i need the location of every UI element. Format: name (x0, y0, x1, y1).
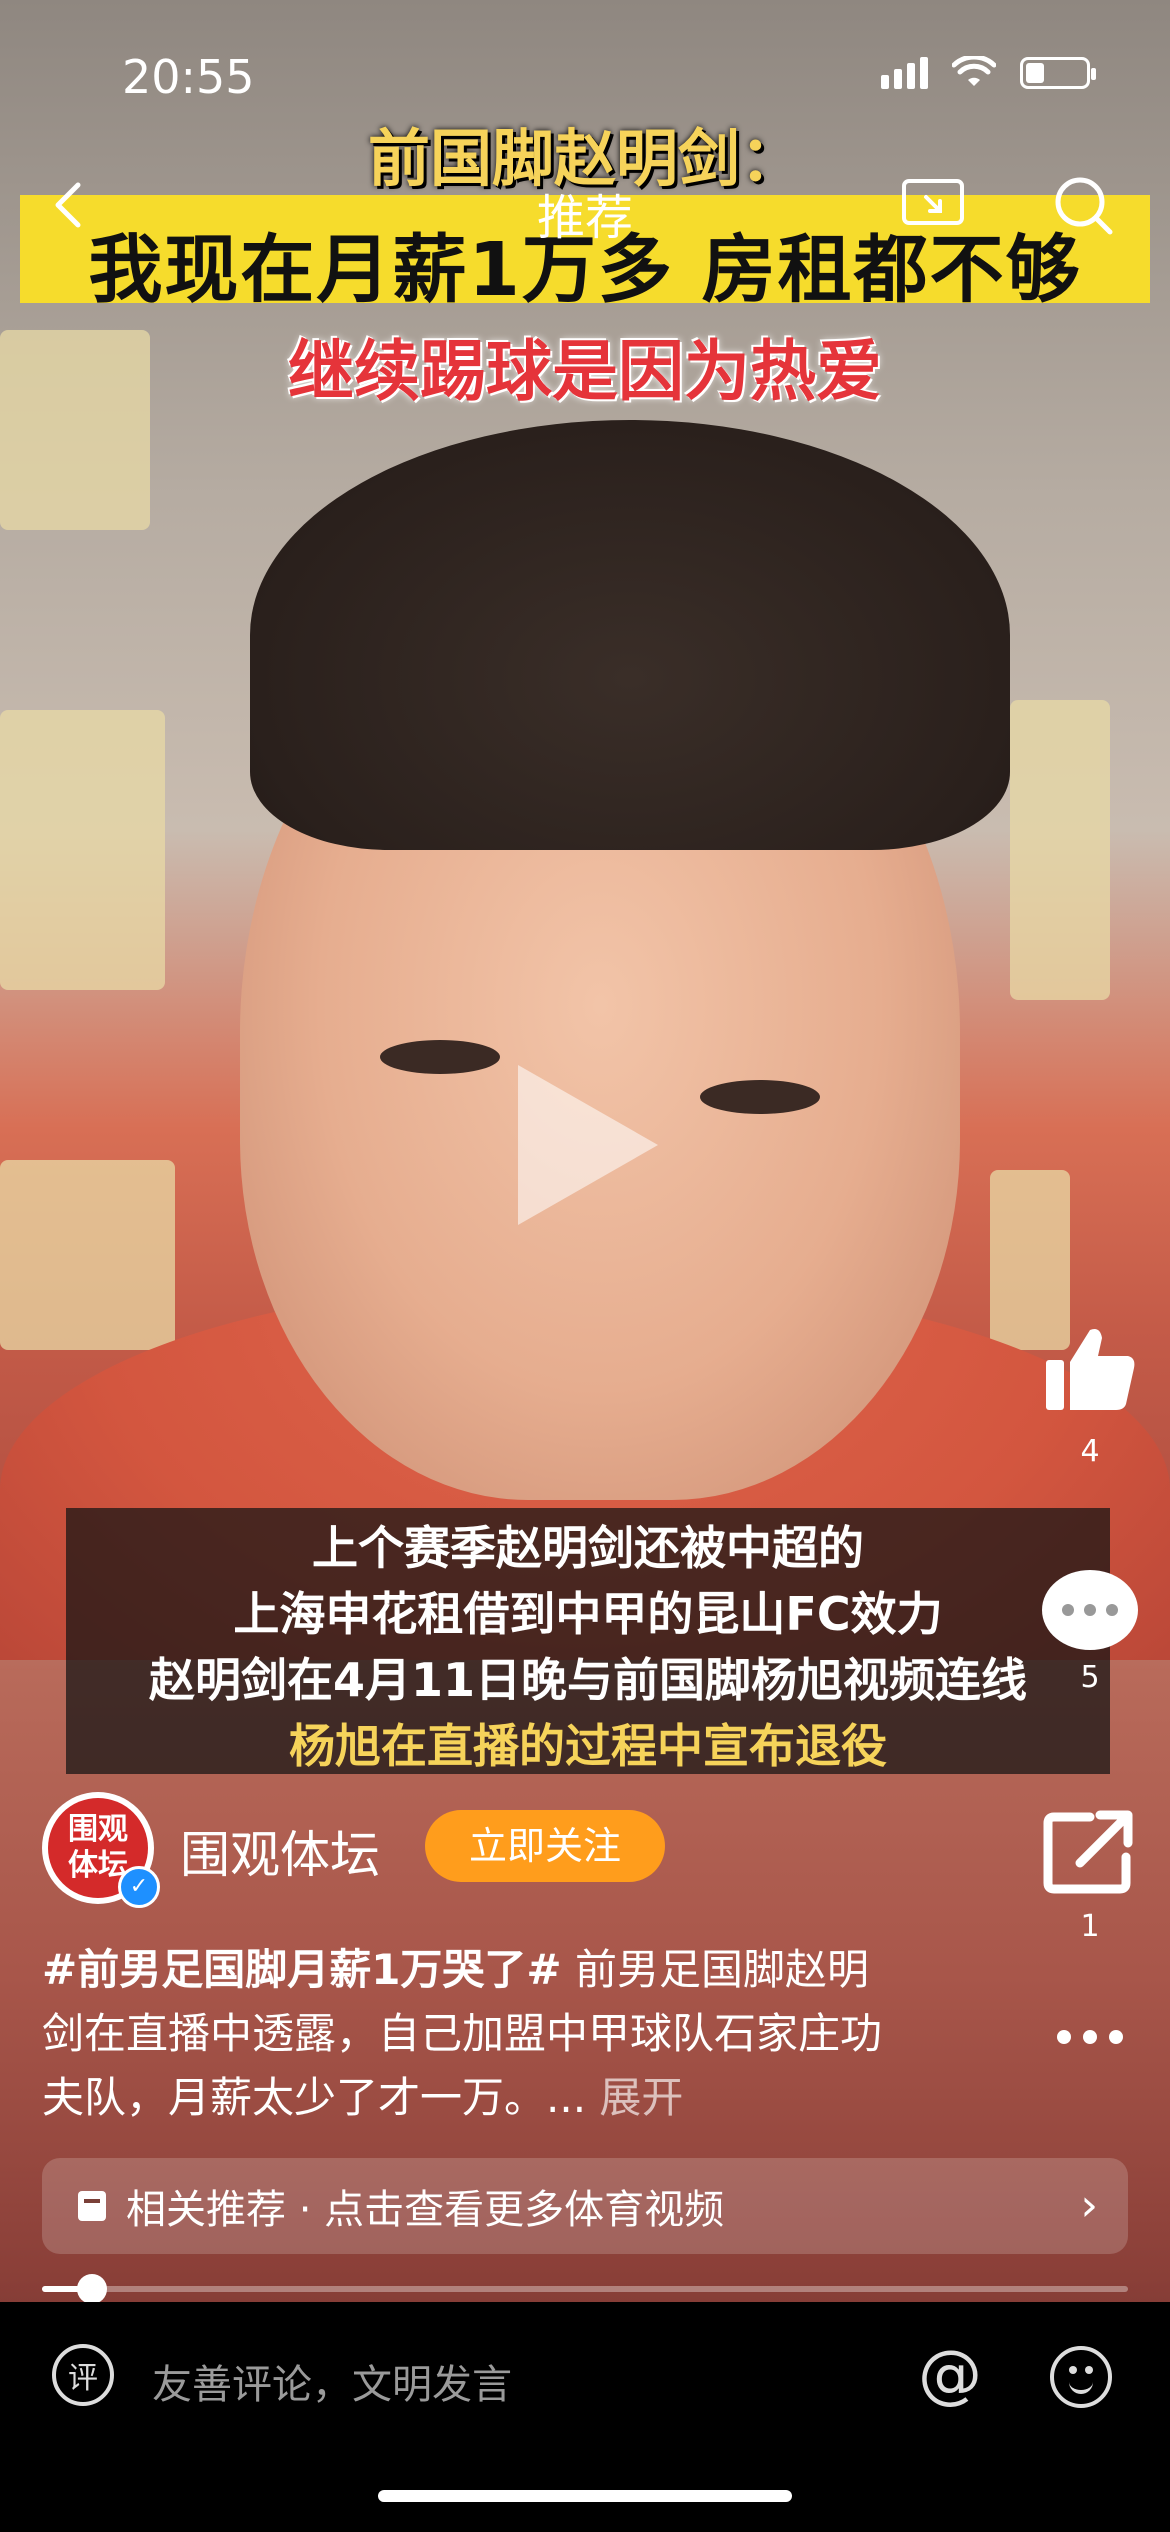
comment-count: 5 (1080, 1660, 1100, 1695)
status-time: 20:55 (122, 50, 255, 104)
subtitle-line: 上个赛季赵明剑还被中超的 (312, 1521, 864, 1575)
avatar-text-line1: 围观 (68, 1812, 128, 1847)
related-recommendation-bar[interactable]: 相关推荐 · 点击查看更多体育视频 › (42, 2158, 1128, 2254)
description-hashtag[interactable]: #前男足国脚月薪1万哭了# (42, 1945, 562, 1994)
video-player[interactable]: 前国脚赵明剑： 我现在月薪1万多 房租都不够 继续踢球是因为热爱 (0, 0, 1170, 1660)
home-indicator[interactable] (378, 2490, 792, 2502)
comment-button[interactable]: 5 (1040, 1570, 1140, 1695)
thumbs-up-icon (1046, 1329, 1135, 1410)
verified-badge-icon: ✓ (118, 1866, 160, 1908)
status-icons (881, 56, 1096, 90)
video-progress-bar[interactable] (42, 2274, 1128, 2304)
more-dots-icon (1040, 2030, 1140, 2044)
share-count: 1 (1080, 1909, 1100, 1944)
video-caption-line3: 继续踢球是因为热爱 (288, 333, 882, 410)
more-button[interactable] (1040, 2030, 1140, 2044)
emoji-icon[interactable] (1050, 2346, 1112, 2408)
account-name[interactable]: 围观体坛 (180, 1815, 380, 1887)
at-mention-icon[interactable]: @ (918, 2338, 982, 2412)
like-button[interactable]: 4 (1040, 1320, 1140, 1469)
search-icon[interactable] (1050, 172, 1116, 238)
signal-icon (881, 57, 928, 89)
related-icon (78, 2191, 106, 2221)
expand-link[interactable]: 展开 (599, 2073, 683, 2122)
share-icon (1043, 1810, 1133, 1894)
cast-icon[interactable] (900, 175, 966, 235)
progress-knob[interactable] (76, 2274, 107, 2304)
comment-write-icon[interactable]: 评 (52, 2344, 114, 2406)
nav-title: 推荐 (536, 190, 633, 246)
wifi-icon (952, 56, 996, 86)
battery-icon (1020, 57, 1096, 89)
share-button[interactable]: 1 (1040, 1805, 1140, 1944)
related-label: 相关推荐 · 点击查看更多体育视频 (126, 2187, 725, 2233)
video-person-hair (250, 420, 1010, 850)
video-person-eye (700, 1080, 820, 1114)
background-shelf (0, 1160, 175, 1350)
video-person-eye (380, 1040, 500, 1074)
video-description[interactable]: #前男足国脚月薪1万哭了# 前男足国脚赵明剑在直播中透露，自己加盟中甲球队石家庄… (42, 1938, 882, 2130)
background-shelf (0, 710, 165, 990)
comment-input[interactable]: 友善评论，文明发言 (152, 2352, 512, 2410)
subtitle-line: 赵明剑在4月11日晚与前国脚杨旭视频连线 (148, 1653, 1028, 1707)
comment-icon (1042, 1570, 1138, 1650)
follow-button[interactable]: 立即关注 (425, 1810, 665, 1882)
screen: 前国脚赵明剑： 我现在月薪1万多 房租都不够 继续踢球是因为热爱 上个赛季赵明剑… (0, 0, 1170, 2532)
subtitle-line: 上海申花租借到中甲的昆山FC效力 (233, 1587, 943, 1641)
subtitle-line: 杨旭在直播的过程中宣布退役 (289, 1719, 887, 1773)
like-count: 4 (1080, 1434, 1100, 1469)
chevron-right-icon: › (1080, 2180, 1098, 2231)
play-icon[interactable] (518, 1065, 658, 1225)
background-shelf (1010, 700, 1110, 1000)
